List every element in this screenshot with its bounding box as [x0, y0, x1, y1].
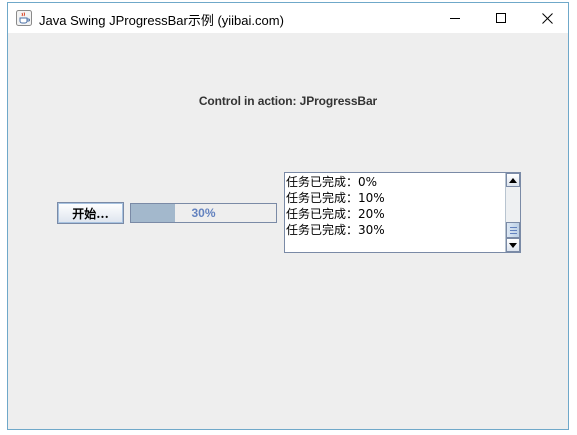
scroll-down-button[interactable]: [506, 238, 520, 252]
log-line: 任务已完成：30%: [286, 223, 385, 237]
grip-line: [509, 229, 517, 231]
log-line: 任务已完成：0%: [286, 175, 378, 189]
progress-bar: 30%: [130, 203, 277, 223]
minimize-icon: [450, 18, 460, 19]
log-text-area[interactable]: 任务已完成：0% 任务已完成：10% 任务已完成：20% 任务已完成：30%: [284, 172, 521, 253]
grip-line: [509, 226, 517, 228]
log-line: 任务已完成：20%: [286, 207, 385, 221]
header-label: Control in action: JProgressBar: [198, 94, 378, 108]
java-cup-icon[interactable]: [16, 10, 32, 26]
close-icon: [541, 12, 553, 24]
scroll-thumb[interactable]: [506, 222, 520, 238]
minimize-button[interactable]: [432, 3, 478, 33]
grip-line: [509, 232, 517, 234]
close-button[interactable]: [524, 3, 570, 33]
arrow-down-icon: [509, 242, 517, 248]
log-line: 任务已完成：10%: [286, 191, 385, 205]
title-bar[interactable]: Java Swing JProgressBar示例 (yiibai.com): [8, 3, 568, 33]
vertical-scrollbar[interactable]: [505, 173, 520, 252]
maximize-icon: [496, 13, 506, 23]
content-panel: Control in action: JProgressBar 开始... 30…: [8, 33, 568, 429]
start-button[interactable]: 开始...: [57, 202, 124, 224]
scroll-up-button[interactable]: [506, 173, 520, 187]
log-lines: 任务已完成：0% 任务已完成：10% 任务已完成：20% 任务已完成：30%: [285, 173, 504, 252]
app-window: Java Swing JProgressBar示例 (yiibai.com) C…: [7, 2, 569, 430]
arrow-up-icon: [509, 177, 517, 183]
maximize-button[interactable]: [478, 3, 524, 33]
progress-label: 30%: [191, 206, 216, 220]
window-title: Java Swing JProgressBar示例 (yiibai.com): [39, 13, 284, 28]
